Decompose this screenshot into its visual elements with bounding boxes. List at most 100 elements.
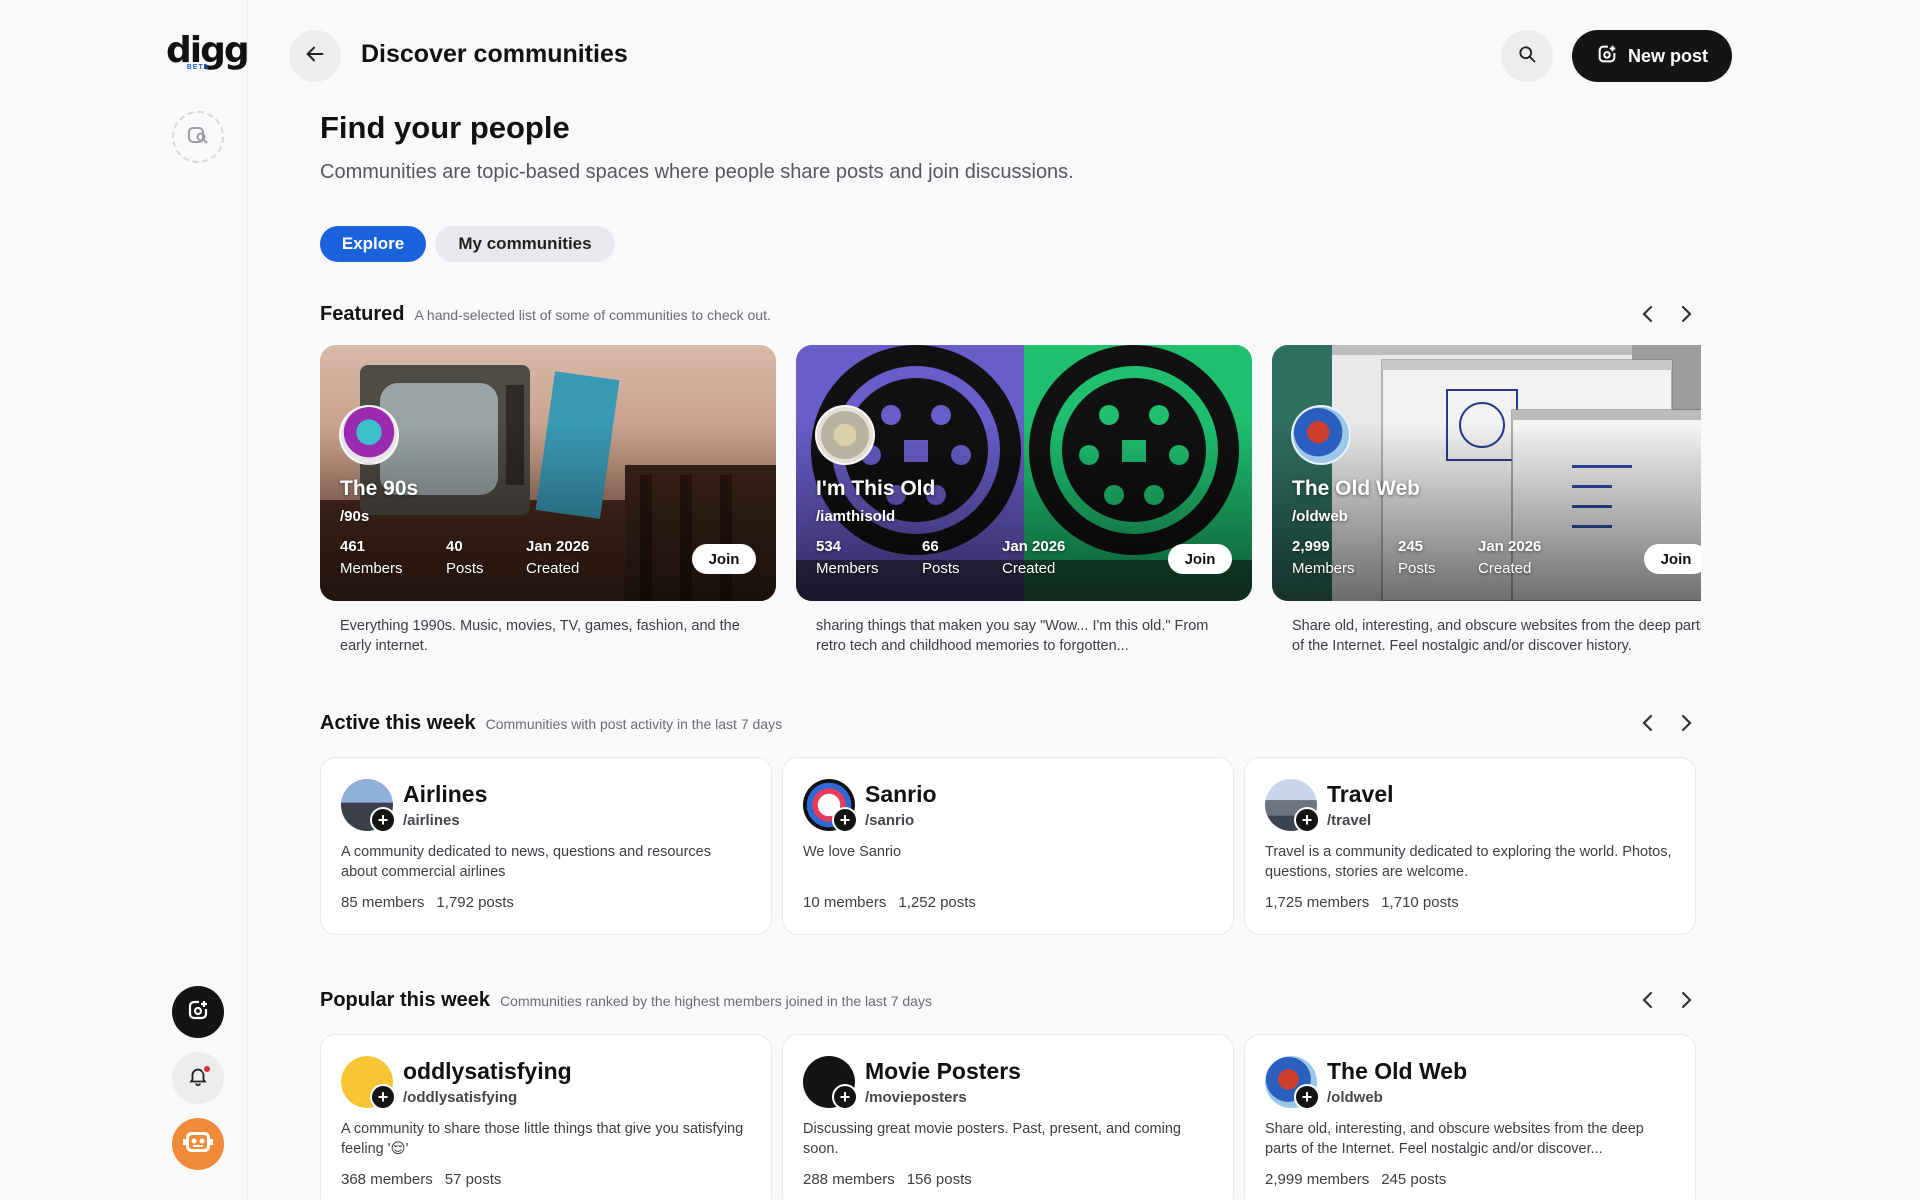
community-name: The Old Web (1327, 1058, 1468, 1084)
community-avatar (339, 405, 399, 465)
join-plus-button[interactable]: + (1294, 807, 1320, 833)
join-plus-button[interactable]: + (1294, 1084, 1320, 1110)
featured-next-button[interactable] (1672, 302, 1700, 330)
community-slug: /travel (1327, 812, 1372, 829)
digg-logo[interactable]: digg BETA (166, 30, 250, 72)
community-stats: 85 members 1,792 posts (341, 894, 514, 911)
featured-card[interactable]: The 90s /90s 461 Members 40 Posts Jan 2026… (320, 345, 776, 656)
community-avatar (1291, 405, 1351, 465)
chevron-left-icon (1641, 991, 1655, 1014)
page-title: Discover communities (361, 40, 628, 68)
posts-stat: 245 Posts (1398, 538, 1436, 577)
community-slug: /oddlysatisfying (403, 1089, 518, 1106)
members-stat: 461 Members (340, 538, 403, 577)
join-button[interactable]: Join (1644, 544, 1701, 574)
popular-title: Popular this week (320, 989, 491, 1011)
featured-card[interactable]: The Old Web /oldweb 2,999 Members 245 Post… (1272, 345, 1701, 656)
community-name: The 90s (340, 477, 419, 500)
active-title: Active this week (320, 712, 476, 734)
community-card[interactable]: + Travel /travel Travel is a community d… (1244, 757, 1696, 935)
community-card[interactable]: + oddlysatisfying /oddlysatisfying A com… (320, 1034, 772, 1200)
featured-card[interactable]: I'm This Old /iamthisold 534 Members 66 Po… (796, 345, 1252, 656)
active-next-button[interactable] (1672, 711, 1700, 739)
community-card[interactable]: + Sanrio /sanrio We love Sanrio 10 membe… (782, 757, 1234, 935)
community-stats: 1,725 members 1,710 posts (1265, 894, 1459, 911)
community-slug: /90s (340, 508, 370, 525)
chevron-right-icon (1679, 714, 1693, 737)
notification-dot (202, 1064, 212, 1074)
posts-count: 245 posts (1381, 1171, 1447, 1188)
community-slug: /iamthisold (816, 508, 896, 525)
join-plus-button[interactable]: + (832, 807, 858, 833)
featured-prev-button[interactable] (1634, 302, 1662, 330)
new-post-button[interactable]: New post (1572, 30, 1732, 82)
members-count: 368 members (341, 1171, 433, 1188)
tab-explore[interactable]: Explore (320, 226, 426, 262)
community-description: A community dedicated to news, questions… (341, 844, 711, 880)
community-description: We love Sanrio (803, 844, 902, 860)
featured-header: Featured A hand-selected list of some of… (320, 303, 771, 326)
members-stat: 534 Members (816, 538, 879, 577)
join-plus-button[interactable]: + (832, 1084, 858, 1110)
compose-outline-button[interactable] (172, 111, 224, 163)
popular-prev-button[interactable] (1634, 988, 1662, 1016)
search-icon (1517, 44, 1537, 69)
notifications-button[interactable] (172, 1052, 224, 1104)
featured-cover-image: The 90s /90s 461 Members 40 Posts Jan 2026… (320, 345, 776, 601)
chevron-right-icon (1679, 991, 1693, 1014)
community-stats: 10 members 1,252 posts (803, 894, 976, 911)
posts-count: 57 posts (444, 1171, 502, 1188)
search-button[interactable] (1501, 30, 1553, 82)
community-stats: 2,999 members 245 posts (1265, 1171, 1446, 1188)
logo-text: digg (166, 30, 250, 71)
created-stat: Jan 2026 Created (526, 538, 590, 577)
community-slug: /movieposters (865, 1089, 967, 1106)
community-name: I'm This Old (816, 477, 936, 500)
robot-avatar-icon (181, 1125, 215, 1164)
community-description: sharing things that maken you say "Wow..… (816, 618, 1209, 654)
active-prev-button[interactable] (1634, 711, 1662, 739)
join-plus-button[interactable]: + (370, 807, 396, 833)
community-name: Airlines (403, 781, 488, 807)
sidebar: digg BETA (0, 0, 250, 1200)
members-count: 1,725 members (1265, 894, 1370, 911)
community-description: Discussing great movie posters. Past, pr… (803, 1121, 1181, 1157)
popular-description: Communities ranked by the highest member… (500, 993, 932, 1009)
community-name: Travel (1327, 781, 1394, 807)
tab-my-communities[interactable]: My communities (435, 226, 615, 262)
members-count: 85 members (341, 894, 425, 911)
back-button[interactable] (289, 30, 341, 82)
community-name: Sanrio (865, 781, 937, 807)
compose-icon (186, 998, 210, 1027)
profile-avatar[interactable] (172, 1118, 224, 1170)
section-subheading: Communities are topic-based spaces where… (320, 161, 1074, 183)
community-card[interactable]: + Movie Posters /movieposters Discussing… (782, 1034, 1234, 1200)
chevron-left-icon (1641, 714, 1655, 737)
community-slug: /airlines (403, 812, 460, 829)
join-plus-button[interactable]: + (370, 1084, 396, 1110)
community-stats: 288 members 156 posts (803, 1171, 972, 1188)
community-card[interactable]: + The Old Web /oldweb Share old, interes… (1244, 1034, 1696, 1200)
chevron-left-icon (1641, 305, 1655, 328)
community-slug: /oldweb (1292, 508, 1348, 525)
community-description: Everything 1990s. Music, movies, TV, gam… (340, 618, 740, 654)
members-count: 10 members (803, 894, 887, 911)
compose-icon (186, 123, 210, 152)
posts-count: 1,710 posts (1381, 894, 1459, 911)
community-description: A community to share those little things… (341, 1121, 744, 1157)
popular-next-button[interactable] (1672, 988, 1700, 1016)
compose-button[interactable] (172, 986, 224, 1038)
community-card[interactable]: + Airlines /airlines A community dedicat… (320, 757, 772, 935)
featured-carousel: The 90s /90s 461 Members 40 Posts Jan 2026… (320, 345, 1701, 665)
join-button[interactable]: Join (692, 544, 756, 574)
active-description: Communities with post activity in the la… (485, 716, 783, 732)
community-stats: 368 members 57 posts (341, 1171, 501, 1188)
join-button[interactable]: Join (1168, 544, 1232, 574)
members-count: 2,999 members (1265, 1171, 1370, 1188)
members-count: 288 members (803, 1171, 895, 1188)
created-stat: Jan 2026 Created (1478, 538, 1542, 577)
community-avatar (815, 405, 875, 465)
featured-description: A hand-selected list of some of communit… (414, 307, 771, 323)
community-name: oddlysatisfying (403, 1058, 572, 1084)
posts-count: 156 posts (906, 1171, 972, 1188)
